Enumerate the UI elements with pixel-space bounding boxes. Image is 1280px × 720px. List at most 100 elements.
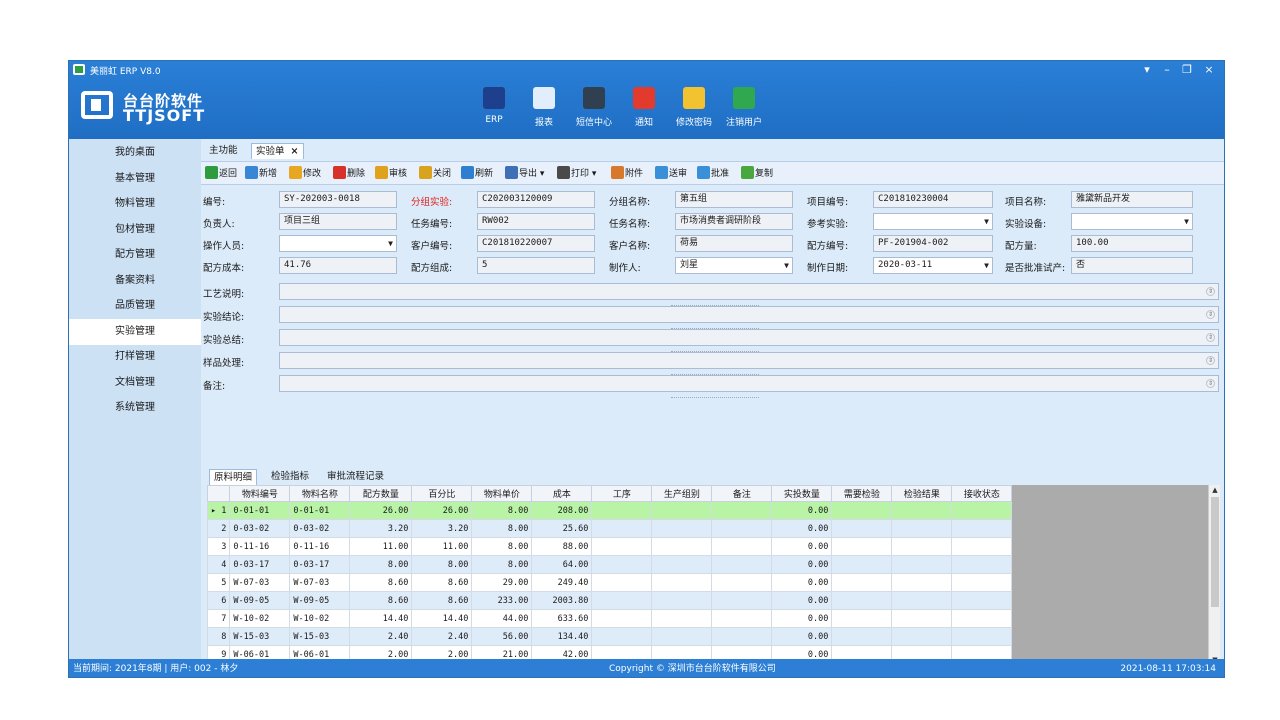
table-cell[interactable]: 8.60 — [349, 591, 413, 610]
table-cell[interactable]: 208.00 — [531, 501, 593, 520]
table-cell[interactable] — [951, 555, 1013, 574]
table-cell[interactable]: W-15-03 — [229, 627, 291, 646]
grid-scrollbar[interactable]: ▲ ▼ — [1208, 485, 1220, 665]
memo-field[interactable]: ⇕ — [279, 306, 1219, 323]
table-cell[interactable] — [591, 501, 653, 520]
table-cell[interactable] — [711, 627, 773, 646]
table-cell[interactable]: 0-01-01 — [229, 501, 291, 520]
memo-field[interactable]: ⇕ — [279, 375, 1219, 392]
table-cell[interactable] — [651, 591, 713, 610]
table-cell[interactable]: 0.00 — [771, 501, 833, 520]
topnav-erp[interactable]: ERP — [469, 85, 519, 135]
table-cell[interactable] — [711, 591, 773, 610]
column-header[interactable]: 生产组别 — [651, 485, 713, 502]
table-cell[interactable]: 0-11-16 — [229, 537, 291, 556]
topnav-report[interactable]: 报表 — [519, 85, 569, 135]
field-dropdown[interactable]: 刘星 ▼ — [675, 257, 793, 274]
scroll-up-icon[interactable]: ▲ — [1209, 486, 1220, 494]
table-cell[interactable]: 14.40 — [349, 609, 413, 628]
column-header[interactable]: 实投数量 — [771, 485, 833, 502]
toolbar-refresh-button[interactable]: 刷新 — [461, 166, 493, 182]
table-cell[interactable] — [591, 519, 653, 538]
table-cell[interactable] — [891, 537, 953, 556]
toolbar-back-button[interactable]: 返回 — [205, 166, 237, 182]
table-cell[interactable]: 8.60 — [411, 573, 473, 592]
table-cell[interactable]: 0-01-01 — [289, 501, 351, 520]
memo-field[interactable]: ⇕ — [279, 329, 1219, 346]
table-cell[interactable]: W-10-02 — [229, 609, 291, 628]
table-cell[interactable]: 0-03-17 — [289, 555, 351, 574]
spin-icon[interactable]: ⇕ — [1206, 356, 1215, 365]
spin-icon[interactable]: ⇕ — [1206, 333, 1215, 342]
table-cell[interactable]: 0-03-17 — [229, 555, 291, 574]
table-cell[interactable] — [831, 573, 893, 592]
memo-field[interactable]: ⇕ — [279, 283, 1219, 300]
table-cell[interactable] — [951, 591, 1013, 610]
detail-tab[interactable]: 检验指标 — [267, 469, 313, 485]
table-cell[interactable] — [591, 537, 653, 556]
column-header[interactable]: 需要检验 — [831, 485, 893, 502]
table-cell[interactable] — [891, 555, 953, 574]
sidebar-item[interactable]: 基本管理 — [69, 166, 201, 192]
table-cell[interactable]: 8.00 — [471, 537, 533, 556]
table-cell[interactable]: 0.00 — [771, 537, 833, 556]
table-cell[interactable]: 2.40 — [349, 627, 413, 646]
table-cell[interactable]: 8.60 — [349, 573, 413, 592]
column-header[interactable]: 检验结果 — [891, 485, 953, 502]
table-cell[interactable]: 0-03-02 — [229, 519, 291, 538]
table-cell[interactable] — [651, 537, 713, 556]
splitter-handle[interactable] — [671, 392, 759, 398]
toolbar-audit-button[interactable]: 审核 — [375, 166, 407, 182]
toolbar-edit-button[interactable]: 修改 — [289, 166, 321, 182]
chevron-down-icon[interactable]: ▼ — [1184, 214, 1189, 229]
table-cell[interactable]: 8.00 — [471, 555, 533, 574]
field-input[interactable]: 否 — [1071, 257, 1193, 274]
sidebar-item[interactable]: 文档管理 — [69, 370, 201, 396]
sidebar-item[interactable]: 系统管理 — [69, 395, 201, 421]
table-cell[interactable]: 25.60 — [531, 519, 593, 538]
field-input[interactable]: 5 — [477, 257, 595, 274]
column-header[interactable]: 物料编号 — [229, 485, 291, 502]
chevron-down-icon[interactable]: ▼ — [388, 236, 393, 251]
field-input[interactable]: 项目三组 — [279, 213, 397, 230]
table-cell[interactable]: W-09-05 — [229, 591, 291, 610]
table-row[interactable]: 4 0-03-17 0-03-17 8.00 8.00 8.00 64.00 0.00 — [207, 555, 1013, 574]
table-cell[interactable] — [651, 573, 713, 592]
field-input[interactable]: 第五组 — [675, 191, 793, 208]
table-cell[interactable] — [891, 501, 953, 520]
table-cell[interactable]: 0.00 — [771, 573, 833, 592]
column-header[interactable]: 备注 — [711, 485, 773, 502]
field-input[interactable]: 雅黛新品开发 — [1071, 191, 1193, 208]
column-header[interactable] — [207, 485, 231, 502]
topnav-sms[interactable]: 短信中心 — [569, 85, 619, 135]
table-cell[interactable] — [591, 555, 653, 574]
sidebar-item[interactable]: 包材管理 — [69, 217, 201, 243]
table-cell[interactable] — [831, 591, 893, 610]
detail-tab[interactable]: 原料明细 — [209, 469, 258, 485]
table-cell[interactable]: 2003.80 — [531, 591, 593, 610]
table-cell[interactable] — [951, 519, 1013, 538]
topnav-logout-user[interactable]: 注销用户 — [719, 85, 769, 135]
toolbar-copy-button[interactable]: 复制 — [741, 166, 773, 182]
table-cell[interactable] — [651, 555, 713, 574]
table-cell[interactable]: 8.00 — [349, 555, 413, 574]
table-cell[interactable] — [951, 609, 1013, 628]
table-cell[interactable] — [711, 573, 773, 592]
table-cell[interactable]: W-10-02 — [289, 609, 351, 628]
table-cell[interactable]: 26.00 — [349, 501, 413, 520]
spin-icon[interactable]: ⇕ — [1206, 379, 1215, 388]
table-cell[interactable] — [951, 537, 1013, 556]
topnav-key[interactable]: 修改密码 — [669, 85, 719, 135]
table-cell[interactable] — [831, 609, 893, 628]
table-cell[interactable]: 0-11-16 — [289, 537, 351, 556]
table-cell[interactable]: 8.60 — [411, 591, 473, 610]
table-cell[interactable] — [951, 501, 1013, 520]
table-cell[interactable]: 0.00 — [771, 627, 833, 646]
table-row[interactable]: ▸ 1 0-01-01 0-01-01 26.00 26.00 8.00 208.00 0.0… — [207, 501, 1013, 520]
sidebar-item[interactable]: 配方管理 — [69, 242, 201, 268]
table-row[interactable]: 6 W-09-05 W-09-05 8.60 8.60 233.00 2003.80 0.00 — [207, 591, 1013, 610]
table-row[interactable]: 8 W-15-03 W-15-03 2.40 2.40 56.00 134.40 0.00 — [207, 627, 1013, 646]
chevron-down-icon[interactable]: ▼ — [984, 214, 989, 229]
table-cell[interactable]: 0.00 — [771, 609, 833, 628]
field-input[interactable]: 市场消费者调研阶段 — [675, 213, 793, 230]
